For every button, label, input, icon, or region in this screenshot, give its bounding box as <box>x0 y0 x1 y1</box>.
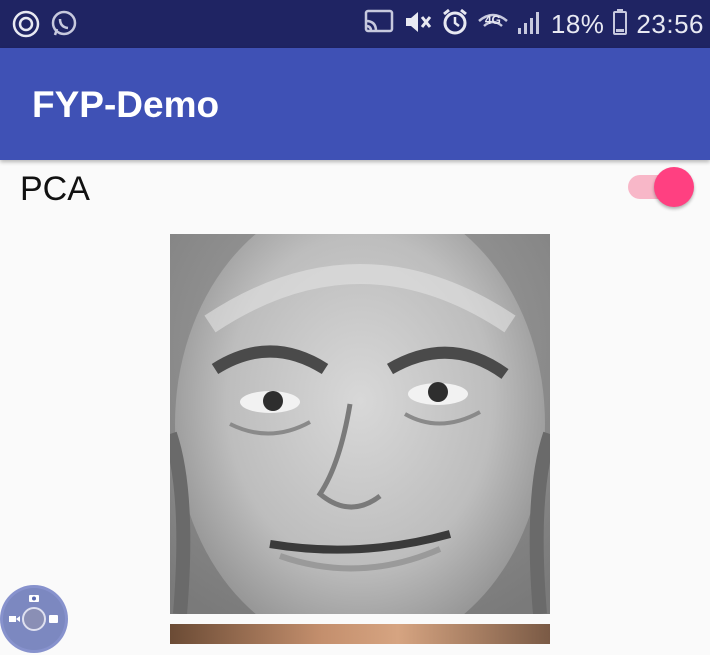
status-bar: 4G 18% 23:56 <box>0 0 710 48</box>
second-image <box>170 624 550 644</box>
pca-label: PCA <box>20 170 90 208</box>
face-image <box>170 234 550 614</box>
pca-toggle-thumb <box>654 167 694 207</box>
floating-recorder-widget[interactable] <box>0 585 68 653</box>
record-icon <box>12 10 40 43</box>
alarm-icon <box>441 8 469 41</box>
status-bar-left <box>12 10 78 43</box>
mute-icon <box>403 8 433 41</box>
app-bar: FYP-Demo <box>0 48 710 160</box>
whatsapp-icon <box>50 10 78 43</box>
battery-percent: 18% <box>550 8 605 39</box>
pca-toggle-switch[interactable] <box>628 166 696 208</box>
wifi-icon: 4G <box>477 9 509 39</box>
screenshot-icon[interactable] <box>49 615 58 623</box>
app-title: FYP-Demo <box>32 84 220 125</box>
status-bar-right: 4G 18% 23:56 <box>363 6 704 42</box>
clock-time: 23:56 <box>636 8 704 39</box>
video-icon[interactable] <box>9 616 20 622</box>
signal-icon <box>517 8 543 41</box>
camera-icon[interactable] <box>29 595 39 602</box>
cast-icon <box>363 8 395 41</box>
battery-icon <box>612 8 628 41</box>
network-type-label: 4G <box>484 13 501 27</box>
